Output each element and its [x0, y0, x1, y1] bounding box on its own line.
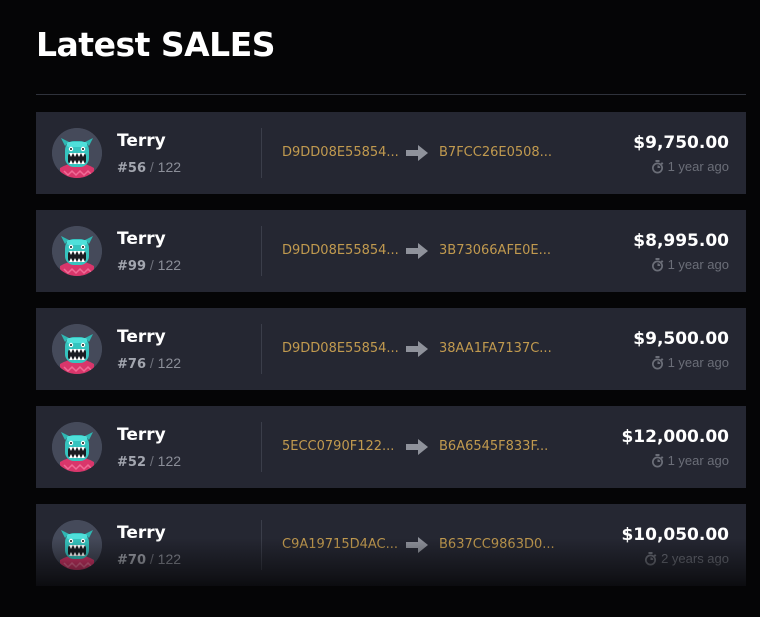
arrow-right-icon: [405, 241, 429, 265]
edition-info: #52 / 122: [117, 452, 181, 472]
nft-name[interactable]: Terry: [117, 424, 166, 446]
seller-address-link[interactable]: C9A19715D4AC...: [282, 536, 398, 554]
nft-name[interactable]: Terry: [117, 326, 166, 348]
edition-separator: /: [149, 159, 154, 175]
sale-price: $9,750.00: [633, 133, 729, 153]
sale-time-label: 2 years ago: [661, 551, 729, 566]
terry-avatar[interactable]: [52, 324, 102, 374]
edition-info: #76 / 122: [117, 354, 181, 374]
edition-info: #70 / 122: [117, 550, 181, 570]
seller-address-link[interactable]: D9DD08E55854...: [282, 242, 399, 260]
edition-separator: /: [149, 551, 154, 567]
sale-card[interactable]: Terry #76 / 122 D9DD08E55854... 38AA1FA7…: [36, 308, 746, 390]
sale-price: $9,500.00: [633, 329, 729, 349]
title-divider: [36, 94, 746, 95]
sale-time: 1 year ago: [651, 355, 729, 371]
terry-avatar[interactable]: [52, 520, 102, 570]
card-divider: [261, 520, 262, 570]
nft-name[interactable]: Terry: [117, 130, 166, 152]
edition-number: #70: [117, 553, 146, 568]
edition-separator: /: [149, 355, 154, 371]
edition-separator: /: [149, 257, 154, 273]
arrow-right-icon: [405, 437, 429, 461]
edition-number: #99: [117, 259, 146, 274]
edition-number: #76: [117, 357, 146, 372]
buyer-address-link[interactable]: B7FCC26E0508...: [439, 144, 552, 162]
card-divider: [261, 226, 262, 276]
sales-list: Terry #56 / 122 D9DD08E55854... B7FCC26E…: [36, 112, 746, 602]
stopwatch-icon: [651, 356, 664, 370]
page-title: Latest SALES: [36, 25, 276, 64]
edition-total: 122: [157, 453, 182, 469]
edition-total: 122: [157, 355, 182, 371]
stopwatch-icon: [651, 258, 664, 272]
sale-time-label: 1 year ago: [667, 355, 729, 370]
arrow-right-icon: [405, 143, 429, 167]
edition-info: #56 / 122: [117, 158, 181, 178]
sale-card[interactable]: Terry #52 / 122 5ECC0790F122... B6A6545F…: [36, 406, 746, 488]
buyer-address-link[interactable]: 3B73066AFE0E...: [439, 242, 551, 260]
terry-avatar[interactable]: [52, 226, 102, 276]
sale-price: $12,000.00: [621, 427, 729, 447]
sale-time-label: 1 year ago: [667, 257, 729, 272]
stopwatch-icon: [651, 160, 664, 174]
sale-price: $10,050.00: [621, 525, 729, 545]
edition-number: #56: [117, 161, 146, 176]
sale-time-label: 1 year ago: [667, 159, 729, 174]
sale-card[interactable]: Terry #56 / 122 D9DD08E55854... B7FCC26E…: [36, 112, 746, 194]
edition-total: 122: [157, 551, 182, 567]
stopwatch-icon: [644, 552, 657, 566]
nft-name[interactable]: Terry: [117, 228, 166, 250]
terry-avatar[interactable]: [52, 128, 102, 178]
sale-card[interactable]: Terry #99 / 122 D9DD08E55854... 3B73066A…: [36, 210, 746, 292]
edition-info: #99 / 122: [117, 256, 181, 276]
sale-time: 1 year ago: [651, 453, 729, 469]
edition-number: #52: [117, 455, 146, 470]
sale-time: 1 year ago: [651, 159, 729, 175]
sale-time: 2 years ago: [644, 551, 729, 567]
arrow-right-icon: [405, 339, 429, 363]
seller-address-link[interactable]: D9DD08E55854...: [282, 144, 399, 162]
nft-name[interactable]: Terry: [117, 522, 166, 544]
seller-address-link[interactable]: D9DD08E55854...: [282, 340, 399, 358]
edition-total: 122: [157, 257, 182, 273]
sale-time-label: 1 year ago: [667, 453, 729, 468]
card-divider: [261, 128, 262, 178]
seller-address-link[interactable]: 5ECC0790F122...: [282, 438, 394, 456]
card-divider: [261, 324, 262, 374]
edition-total: 122: [157, 159, 182, 175]
card-divider: [261, 422, 262, 472]
arrow-right-icon: [405, 535, 429, 559]
sale-card[interactable]: Terry #70 / 122 C9A19715D4AC... B637CC98…: [36, 504, 746, 586]
buyer-address-link[interactable]: 38AA1FA7137C...: [439, 340, 552, 358]
sale-price: $8,995.00: [633, 231, 729, 251]
stopwatch-icon: [651, 454, 664, 468]
terry-avatar[interactable]: [52, 422, 102, 472]
buyer-address-link[interactable]: B6A6545F833F...: [439, 438, 548, 456]
buyer-address-link[interactable]: B637CC9863D0...: [439, 536, 555, 554]
sale-time: 1 year ago: [651, 257, 729, 273]
edition-separator: /: [149, 453, 154, 469]
